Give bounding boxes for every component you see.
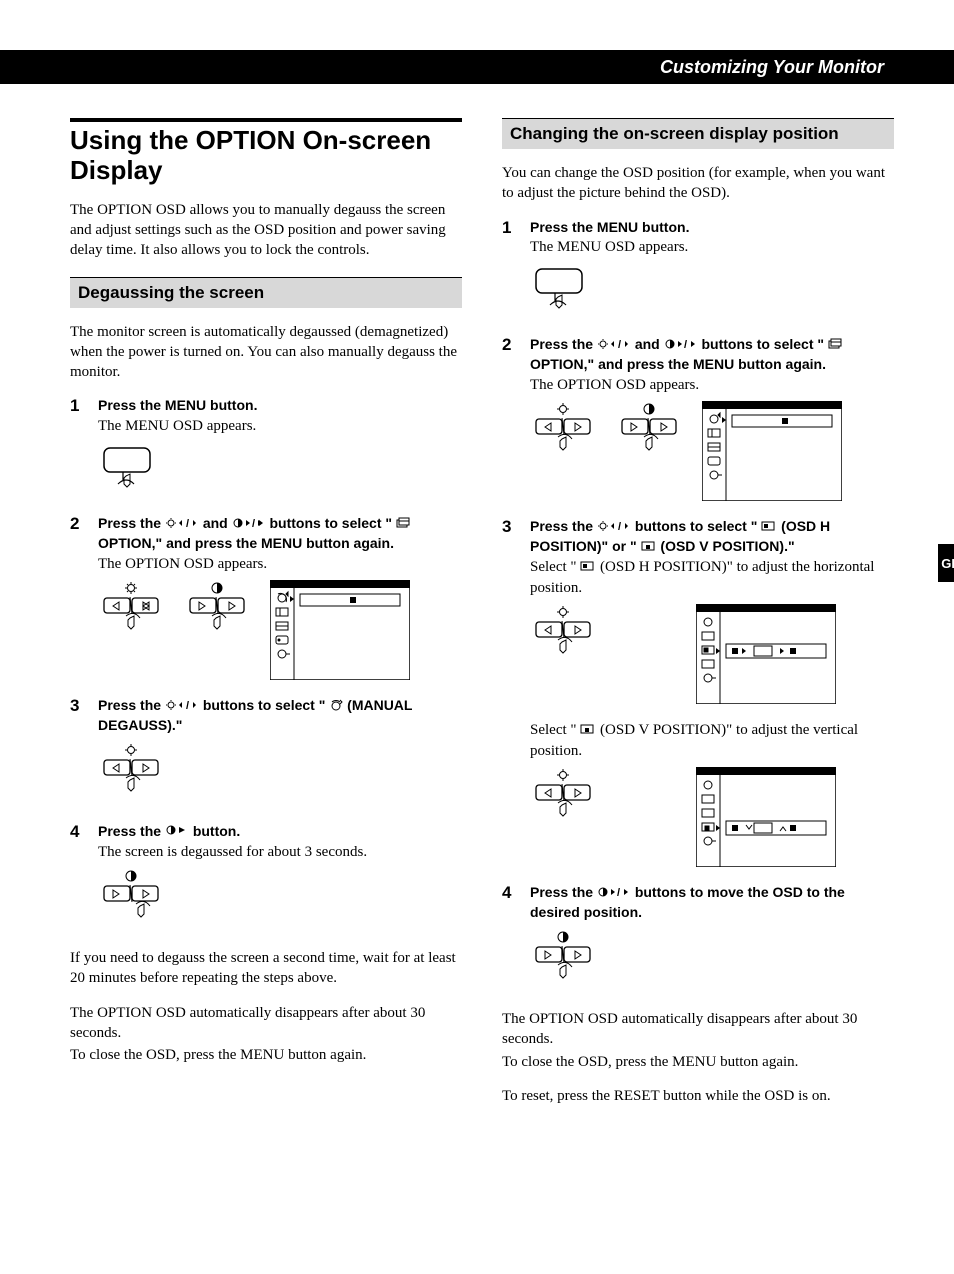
figure-contrast-right-rocker: [98, 868, 462, 932]
contrast-left-right-icon: /: [232, 515, 266, 535]
brightness-rocker-illustration: [530, 401, 596, 465]
page-content: GB Using the OPTION On-screen Display Th…: [0, 84, 954, 1160]
step-note: Select " (OSD H POSITION)" to adjust the…: [530, 557, 894, 598]
brightness-down-up-icon: /: [165, 697, 199, 717]
right-column: Changing the on-screen display position …: [502, 104, 894, 1120]
menu-button-illustration: [530, 263, 590, 319]
step-number: 4: [70, 822, 88, 862]
reset-note: To reset, press the RESET button while t…: [502, 1086, 894, 1106]
figure-menu-button: [530, 263, 894, 319]
main-heading: Using the OPTION On-screen Display: [70, 118, 462, 186]
svg-text:/: /: [618, 339, 621, 350]
left-step-3: 3 Press the / buttons to select " (MANUA…: [70, 696, 462, 736]
step-number: 3: [70, 696, 88, 736]
subheading-degauss: Degaussing the screen: [70, 277, 462, 308]
osd-option-panel-illustration: [702, 401, 842, 501]
close-osd-note: To close the OSD, press the MENU button …: [70, 1045, 462, 1065]
figure-menu-button: [98, 442, 462, 498]
auto-disappear-note: The OPTION OSD automatically disappears …: [70, 1003, 462, 1044]
right-step-2: 2 Press the / and / buttons to select " …: [502, 335, 894, 395]
right-step-4: 4 Press the / buttons to move the OSD to…: [502, 883, 894, 923]
step-number: 1: [502, 218, 520, 258]
figure-brightness-rocker: [98, 742, 462, 806]
brightness-rocker-illustration: [530, 604, 596, 668]
degauss-icon: [329, 697, 343, 717]
auto-disappear-note: The OPTION OSD automatically disappears …: [502, 1009, 894, 1050]
figure-rockers-and-osd: [98, 580, 462, 680]
step-number: 1: [70, 396, 88, 436]
osd-position-intro: You can change the OSD position (for exa…: [502, 163, 894, 204]
osd-v-icon: [580, 721, 596, 741]
left-column: Using the OPTION On-screen Display The O…: [70, 104, 462, 1120]
intro-text: The OPTION OSD allows you to manually de…: [70, 200, 462, 261]
brightness-down-up-icon: /: [597, 518, 631, 538]
step-note: The MENU OSD appears.: [530, 237, 894, 257]
contrast-left-right-icon: /: [597, 884, 631, 904]
step-note: The screen is degaussed for about 3 seco…: [98, 842, 462, 862]
contrast-rocker-illustration: [530, 929, 596, 993]
svg-text:/: /: [186, 700, 189, 711]
language-tab-label: GB: [941, 556, 954, 571]
subheading-osd-position: Changing the on-screen display position: [502, 118, 894, 149]
left-step-1: 1 Press the MENU button. The MENU OSD ap…: [70, 396, 462, 436]
step-head: Press the / buttons to select " (MANUAL …: [98, 696, 462, 736]
svg-text:/: /: [618, 521, 621, 532]
brightness-down-up-icon: /: [597, 336, 631, 356]
brightness-rocker-illustration: [98, 580, 164, 644]
close-osd-note: To close the OSD, press the MENU button …: [502, 1052, 894, 1072]
osd-option-panel-illustration: [270, 580, 410, 680]
step-note: The OPTION OSD appears.: [530, 375, 894, 395]
contrast-right-icon: [165, 822, 189, 842]
step-head: Press the / and / buttons to select " OP…: [530, 335, 894, 375]
figure-h-select: [530, 604, 894, 704]
step-head: Press the / and / buttons to select " OP…: [98, 514, 462, 554]
step-number: 2: [502, 335, 520, 395]
right-step-1: 1 Press the MENU button. The MENU OSD ap…: [502, 218, 894, 258]
osd-h-icon: [761, 518, 777, 538]
brightness-rocker-illustration: [530, 767, 596, 831]
osd-h-panel-illustration: [696, 604, 836, 704]
contrast-rocker-illustration: [184, 580, 250, 644]
osd-v-icon: [641, 538, 657, 558]
step-number: 2: [70, 514, 88, 574]
osd-v-panel-illustration: [696, 767, 836, 867]
language-tab: GB: [938, 544, 954, 582]
step-note: The MENU OSD appears.: [98, 416, 462, 436]
step-head: Press the / buttons to select " (OSD H P…: [530, 517, 894, 557]
left-step-2: 2 Press the / and / buttons to select " …: [70, 514, 462, 574]
brightness-down-up-icon: /: [165, 515, 199, 535]
figure-v-select: [530, 767, 894, 867]
step-number: 3: [502, 517, 520, 598]
degauss-intro: The monitor screen is automatically dega…: [70, 322, 462, 383]
right-step-3: 3 Press the / buttons to select " (OSD H…: [502, 517, 894, 598]
figure-rockers-and-osd: [530, 401, 894, 501]
header-title: Customizing Your Monitor: [660, 57, 884, 78]
svg-text:/: /: [186, 518, 189, 529]
step-head: Press the MENU button.: [530, 218, 894, 238]
contrast-left-right-icon: /: [664, 336, 698, 356]
step-note-v: Select " (OSD V POSITION)" to adjust the…: [530, 720, 894, 761]
svg-text:/: /: [684, 339, 687, 350]
svg-text:/: /: [252, 518, 255, 529]
svg-text:/: /: [617, 887, 620, 898]
option-icon: [828, 336, 842, 356]
degauss-wait-note: If you need to degauss the screen a seco…: [70, 948, 462, 989]
figure-contrast-rocker: [530, 929, 894, 993]
menu-button-illustration: [98, 442, 158, 498]
contrast-rocker-right-illustration: [98, 868, 164, 932]
step-head: Press the MENU button.: [98, 396, 462, 416]
step-note: The OPTION OSD appears.: [98, 554, 462, 574]
left-step-4: 4 Press the button. The screen is degaus…: [70, 822, 462, 862]
option-icon: [396, 515, 410, 535]
osd-h-icon: [580, 558, 596, 578]
step-number: 4: [502, 883, 520, 923]
brightness-rocker-illustration: [98, 742, 164, 806]
step-head: Press the button.: [98, 822, 462, 842]
contrast-rocker-illustration: [616, 401, 682, 465]
header-band: Customizing Your Monitor: [0, 50, 954, 84]
step-head: Press the / buttons to move the OSD to t…: [530, 883, 894, 923]
